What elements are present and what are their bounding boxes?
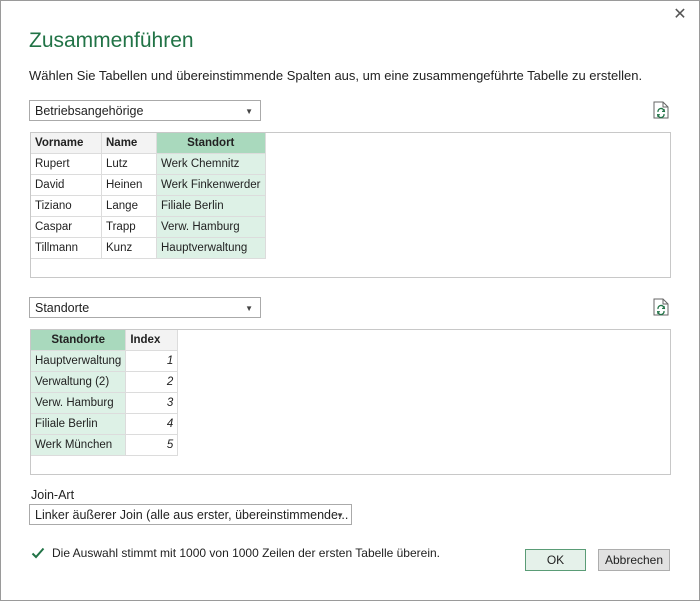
table-row: Tillmann Kunz Hauptverwaltung [31,237,266,259]
table-cell: Verwaltung (2) [31,371,127,393]
table-cell: Verw. Hamburg [156,216,266,238]
table-cell: Verw. Hamburg [31,392,127,414]
match-status-text: Die Auswahl stimmt mit 1000 von 1000 Zei… [52,546,440,560]
column-header-index[interactable]: Index [125,330,179,351]
table-row: Caspar Trapp Verw. Hamburg [31,216,266,238]
table-row: Verwaltung (2) 2 [31,371,179,393]
table-cell: David [31,174,102,196]
table2-select-value: Standorte [35,301,90,315]
table1-select-value: Betriebsangehörige [35,104,144,118]
refresh-icon[interactable] [653,101,669,119]
table-cell: Hauptverwaltung [156,237,266,259]
table-cell: 2 [125,371,179,393]
join-type-label: Join-Art [31,488,75,502]
dialog-subtitle: Wählen Sie Tabellen und übereinstimmende… [29,68,643,83]
table-cell: Filiale Berlin [156,195,266,217]
table-cell: 1 [125,350,179,372]
table-row: Werk München 5 [31,434,179,456]
table-cell: Tiziano [31,195,102,217]
table1-select[interactable]: Betriebsangehörige ▼ [29,100,261,121]
chevron-down-icon: ▼ [336,511,344,520]
table-row: Verw. Hamburg 3 [31,392,179,414]
table-cell: Kunz [101,237,157,259]
table-cell: Tillmann [31,237,102,259]
table1-preview: Vorname Name Standort Rupert Lutz Werk C… [30,132,671,278]
table-cell: 3 [125,392,179,414]
table2-preview: Standorte Index Hauptverwaltung 1 Verwal… [30,329,671,475]
join-type-select[interactable]: Linker äußerer Join (alle aus erster, üb… [29,504,352,525]
table-cell: Heinen [101,174,157,196]
merge-dialog: ✕ Zusammenführen Wählen Sie Tabellen und… [0,0,700,601]
table-cell: 5 [125,434,179,456]
ok-button[interactable]: OK [525,549,586,571]
table-cell: Filiale Berlin [31,413,127,435]
column-header-name[interactable]: Name [101,133,157,154]
table-cell: Lutz [101,153,157,175]
close-icon[interactable]: ✕ [671,6,689,24]
cancel-button[interactable]: Abbrechen [598,549,670,571]
table-cell: Werk Chemnitz [156,153,266,175]
table-cell: Trapp [101,216,157,238]
match-status: Die Auswahl stimmt mit 1000 von 1000 Zei… [31,546,440,560]
table-row: Hauptverwaltung 1 [31,350,179,372]
chevron-down-icon: ▼ [245,304,253,313]
column-header-standorte[interactable]: Standorte [31,330,127,351]
table-row: David Heinen Werk Finkenwerder [31,174,266,196]
chevron-down-icon: ▼ [245,107,253,116]
table-row: Rupert Lutz Werk Chemnitz [31,153,266,175]
table1-grid: Vorname Name Standort Rupert Lutz Werk C… [31,133,266,259]
table2-select[interactable]: Standorte ▼ [29,297,261,318]
column-header-standort[interactable]: Standort [156,133,266,154]
table-row: Tiziano Lange Filiale Berlin [31,195,266,217]
table-cell: Werk München [31,434,127,456]
table-cell: 4 [125,413,179,435]
join-type-value: Linker äußerer Join (alle aus erster, üb… [35,508,349,522]
column-header-vorname[interactable]: Vorname [31,133,102,154]
table-cell: Hauptverwaltung [31,350,127,372]
table-header-row: Vorname Name Standort [31,133,266,154]
table-cell: Werk Finkenwerder [156,174,266,196]
table-row: Filiale Berlin 4 [31,413,179,435]
table-cell: Lange [101,195,157,217]
table-cell: Rupert [31,153,102,175]
refresh-icon[interactable] [653,298,669,316]
checkmark-icon [31,547,45,559]
table-cell: Caspar [31,216,102,238]
dialog-title: Zusammenführen [29,29,194,52]
table-header-row: Standorte Index [31,330,179,351]
table2-grid: Standorte Index Hauptverwaltung 1 Verwal… [31,330,179,456]
